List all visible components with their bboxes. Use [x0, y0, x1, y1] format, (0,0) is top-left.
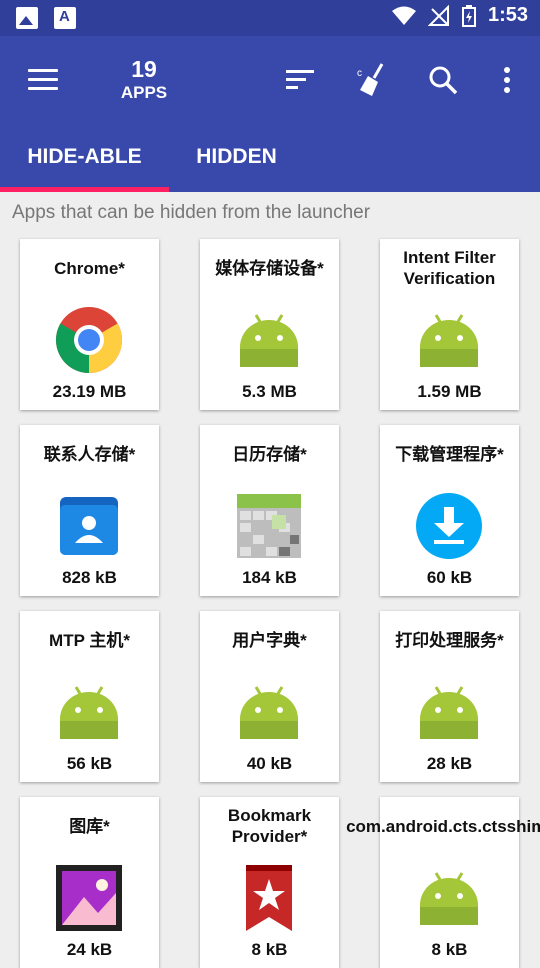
app-name: 日历存储*	[232, 444, 307, 464]
app-size: 24 kB	[66, 940, 113, 959]
app-name: 用户字典*	[232, 630, 307, 650]
app-card-download-manager[interactable]: 下载管理程序* 60 kB	[380, 425, 519, 596]
battery-charging-icon	[461, 4, 476, 27]
app-size: 5.3 MB	[242, 382, 297, 401]
no-signal-icon	[427, 4, 449, 26]
clean-icon[interactable]: c	[354, 62, 390, 98]
bookmark-icon	[246, 865, 292, 931]
app-card-contacts-storage[interactable]: 联系人存储* 828 kB	[20, 425, 159, 596]
app-card-intent-filter[interactable]: Intent Filter Verification 1.59 MB	[380, 239, 519, 410]
app-size: 8 kB	[431, 940, 468, 959]
app-notification-icon	[54, 7, 76, 29]
app-card-user-dictionary[interactable]: 用户字典* 40 kB	[200, 611, 339, 782]
app-size: 828 kB	[62, 568, 117, 587]
app-card-bookmark-provider[interactable]: Bookmark Provider* 8 kB	[200, 797, 339, 968]
android-icon	[420, 686, 478, 739]
app-size: 184 kB	[242, 568, 297, 587]
android-icon	[420, 872, 478, 925]
app-size: 56 kB	[66, 754, 113, 773]
app-card-cts-shim[interactable]: com.android.cts.ctsshim* 8 kB	[346, 797, 540, 968]
download-icon	[416, 493, 482, 559]
app-count-label: APPS	[120, 83, 168, 102]
wifi-icon	[391, 6, 416, 25]
app-card-chrome[interactable]: Chrome* 23.19 MB	[20, 239, 159, 410]
app-name: Chrome*	[54, 258, 125, 278]
app-card-mtp-host[interactable]: MTP 主机* 56 kB	[20, 611, 159, 782]
gallery-icon	[56, 865, 122, 931]
app-name: Bookmark Provider*	[227, 806, 312, 846]
app-size: 8 kB	[251, 940, 288, 959]
calendar-icon	[237, 494, 301, 558]
android-icon	[420, 314, 478, 367]
app-count: 19 APPS	[104, 56, 184, 104]
app-bar: 19 APPS c HIDE-ABLE HIDDEN	[0, 36, 540, 192]
app-card-print-spooler[interactable]: 打印处理服务* 28 kB	[380, 611, 519, 782]
app-size: 28 kB	[426, 754, 473, 773]
svg-text:c: c	[357, 68, 362, 79]
app-size: 23.19 MB	[52, 382, 127, 401]
android-icon	[60, 686, 118, 739]
status-bar: 1:53	[0, 0, 540, 36]
app-name: com.android.cts.ctsshim*	[346, 816, 540, 836]
app-name: 图库*	[69, 816, 110, 836]
app-size: 60 kB	[426, 568, 473, 587]
section-subtitle: Apps that can be hidden from the launche…	[12, 202, 371, 223]
chrome-icon	[55, 307, 123, 373]
app-name: MTP 主机*	[49, 630, 130, 650]
app-name: 联系人存储*	[43, 444, 136, 464]
app-name: 打印处理服务*	[395, 630, 504, 650]
search-icon[interactable]	[425, 62, 461, 98]
app-card-media-storage[interactable]: 媒体存储设备* 5.3 MB	[200, 239, 339, 410]
more-vert-icon[interactable]	[489, 62, 525, 98]
menu-icon[interactable]	[28, 69, 58, 91]
contacts-icon	[60, 497, 118, 555]
tab-hide-able[interactable]: HIDE-ABLE	[0, 132, 169, 192]
app-card-gallery[interactable]: 图库* 24 kB	[20, 797, 159, 968]
app-card-calendar-storage[interactable]: 日历存储* 184 kB	[200, 425, 339, 596]
app-name: 媒体存储设备*	[215, 258, 324, 278]
app-name: Intent Filter Verification	[403, 248, 496, 288]
android-icon	[240, 686, 298, 739]
app-count-number: 19	[131, 56, 157, 82]
app-size: 1.59 MB	[417, 382, 482, 401]
tab-bar: HIDE-ABLE HIDDEN	[0, 132, 540, 192]
image-notification-icon	[16, 7, 38, 29]
tab-hidden[interactable]: HIDDEN	[169, 132, 304, 192]
sort-icon[interactable]	[282, 62, 318, 98]
android-icon	[240, 314, 298, 367]
clock: 1:53	[487, 4, 528, 26]
app-size: 40 kB	[246, 754, 293, 773]
app-name: 下载管理程序*	[395, 444, 504, 464]
